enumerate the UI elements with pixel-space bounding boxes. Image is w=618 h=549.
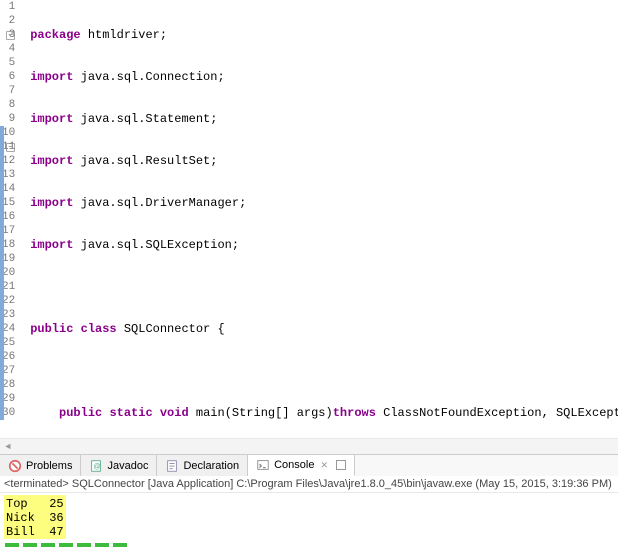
line-number: 21 [0, 280, 17, 294]
console-icon [256, 458, 270, 472]
line-number: 17 [0, 224, 17, 238]
line-number: 22 [0, 294, 17, 308]
maximize-icon[interactable] [336, 460, 346, 470]
dashed-underline [4, 543, 614, 547]
line-number: 11 [0, 140, 17, 154]
line-number: 2− [0, 14, 17, 28]
line-number: 10− [0, 126, 17, 140]
line-number: 16 [0, 210, 17, 224]
line-number: 25 [0, 336, 17, 350]
tab-label: Declaration [183, 460, 239, 472]
problems-icon [8, 459, 22, 473]
line-number: 3 [0, 28, 17, 42]
declaration-icon [165, 459, 179, 473]
code-content[interactable]: package htmldriver; import java.sql.Conn… [22, 0, 618, 438]
line-number: 15 [0, 196, 17, 210]
line-number: 9 [0, 112, 17, 126]
line-number: 29 [0, 392, 17, 406]
line-number: 7 [0, 84, 17, 98]
console-status: <terminated> SQLConnector [Java Applicat… [0, 476, 618, 493]
line-number: 20 [0, 266, 17, 280]
close-icon[interactable]: ✕ [320, 460, 328, 471]
line-number: 23 [0, 308, 17, 322]
line-number: 13 [0, 168, 17, 182]
line-number: 12 [0, 154, 17, 168]
line-number: 30 [0, 406, 17, 420]
console-line: Nick 36 [6, 511, 64, 525]
javadoc-icon: @ [89, 459, 103, 473]
line-number: 6 [0, 70, 17, 84]
line-number: 5 [0, 56, 17, 70]
tab-javadoc[interactable]: @ Javadoc [81, 455, 157, 476]
editor-scrollbar[interactable]: ◄ [0, 438, 618, 454]
line-number: 18 [0, 238, 17, 252]
scroll-left-icon[interactable]: ◄ [0, 439, 16, 455]
tab-console[interactable]: Console ✕ [248, 455, 355, 476]
tab-declaration[interactable]: Declaration [157, 455, 248, 476]
line-number: 24 [0, 322, 17, 336]
tab-label: Console [274, 459, 314, 471]
bottom-tabs: Problems @ Javadoc Declaration Console ✕ [0, 454, 618, 476]
line-number: 19 [0, 252, 17, 266]
svg-text:@: @ [94, 463, 101, 470]
console-line: Top 25 [6, 497, 64, 511]
console-line: Bill 47 [6, 525, 64, 539]
line-number-gutter: 12−345678910−111213141516171819202122232… [0, 0, 22, 438]
line-number: 27 [0, 364, 17, 378]
tab-problems[interactable]: Problems [0, 455, 81, 476]
tab-label: Problems [26, 460, 72, 472]
line-number: 1 [0, 0, 17, 14]
tab-label: Javadoc [107, 460, 148, 472]
console-output[interactable]: Top 25 Nick 36 Bill 47 [0, 493, 618, 549]
line-number: 4 [0, 42, 17, 56]
line-number: 14 [0, 182, 17, 196]
console-highlighted-output: Top 25 Nick 36 Bill 47 [4, 495, 66, 539]
line-number: 28 [0, 378, 17, 392]
code-editor[interactable]: 12−345678910−111213141516171819202122232… [0, 0, 618, 438]
line-number: 8 [0, 98, 17, 112]
line-number: 26 [0, 350, 17, 364]
